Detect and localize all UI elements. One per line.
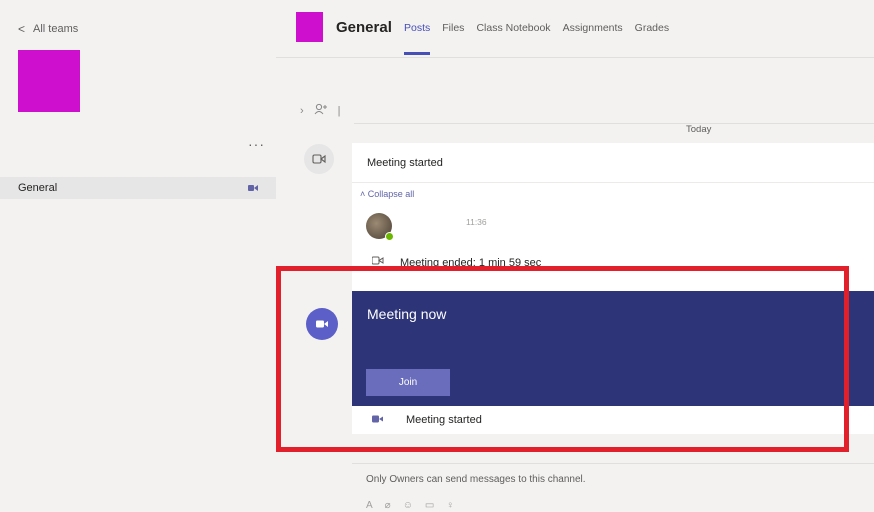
composer-toolbar: A ⌀ ☺ ▭ ♀ [366,500,454,511]
chevron-right-icon: › [300,104,304,117]
left-pane: < All teams ··· General [0,0,276,512]
format-icon[interactable]: A [366,500,373,511]
divider [352,182,874,183]
attach-icon[interactable]: ⌀ [385,500,391,511]
thread-title: Meeting started [367,157,443,169]
video-camera-icon [248,183,258,195]
tab-bar: Posts Files Class Notebook Assignments G… [404,22,669,55]
chevron-left-icon: < [18,22,26,36]
presence-available-icon [385,232,394,241]
tab-class-notebook[interactable]: Class Notebook [476,22,550,34]
separator-icon: | [337,104,341,117]
all-teams-label: All teams [33,23,79,35]
channel-item-label: General [18,182,58,194]
add-person-icon [314,103,328,118]
date-divider [354,123,874,124]
channel-item-general[interactable]: General [0,177,276,199]
chevron-up-icon: ˄ [360,189,366,199]
more-options-icon[interactable]: ··· [248,136,265,152]
gif-icon[interactable]: ▭ [425,500,434,511]
collapse-all-link[interactable]: ˄ Collapse all [360,189,414,199]
channel-header: General Posts Files Class Notebook Assig… [276,0,874,58]
team-avatar[interactable] [18,50,80,112]
owners-only-notice: Only Owners can send messages to this ch… [352,463,874,495]
all-teams-link[interactable]: < All teams [18,22,78,36]
sticker-icon[interactable]: ♀ [446,500,454,511]
collapse-all-label: Collapse all [367,189,415,199]
tab-posts[interactable]: Posts [404,22,431,55]
new-meeting-control[interactable]: › | [300,103,341,118]
tab-grades[interactable]: Grades [635,22,669,34]
date-label: Today [686,124,712,135]
tab-assignments[interactable]: Assignments [563,22,623,34]
emoji-icon[interactable]: ☺ [403,500,413,511]
channel-avatar [296,12,323,42]
tab-files[interactable]: Files [442,22,464,34]
meeting-thread-icon [304,144,334,174]
avatar[interactable] [366,213,394,241]
reply-timestamp: 11:36 [466,217,487,227]
highlight-box [276,266,849,452]
page-title: General [336,19,392,36]
